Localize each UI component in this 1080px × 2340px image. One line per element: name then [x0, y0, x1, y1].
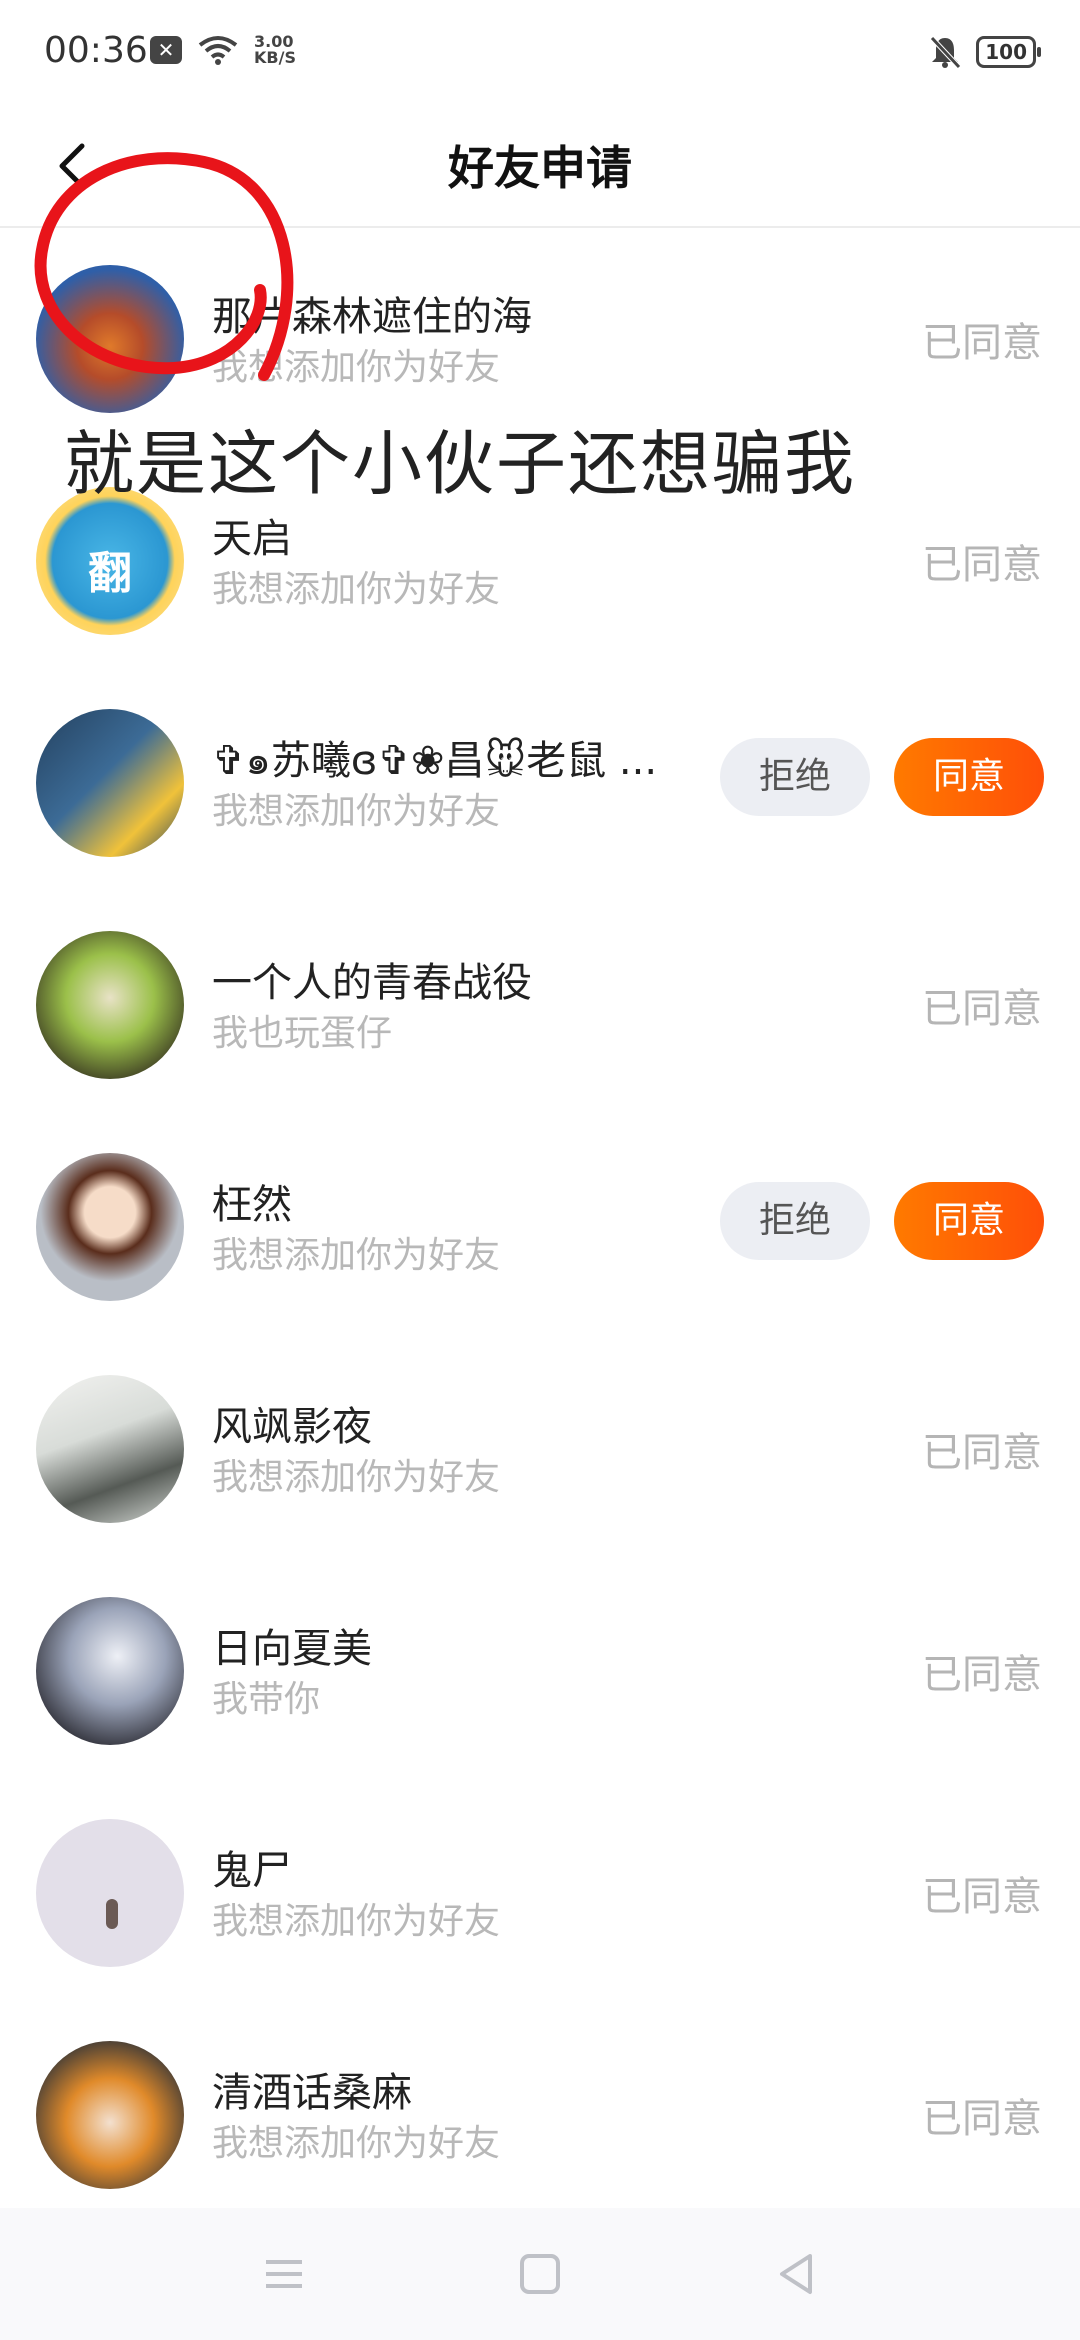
status-icons-right: 100 [928, 34, 1041, 70]
avatar[interactable] [36, 1153, 184, 1301]
accepted-status: 已同意 [922, 1430, 1042, 1476]
notification-icon: ✕ [150, 36, 182, 64]
avatar[interactable] [36, 1375, 184, 1523]
friend-request-row[interactable]: 风飒影夜 我想添加你为好友 已同意 [0, 1338, 1080, 1560]
avatar[interactable] [36, 931, 184, 1079]
request-message: 我想添加你为好友 [212, 1235, 501, 1276]
requester-name: 风飒影夜 [212, 1404, 372, 1450]
reject-button[interactable]: 拒绝 [720, 738, 870, 816]
friend-request-row[interactable]: 一个人的青春战役 我也玩蛋仔 已同意 [0, 894, 1080, 1116]
requester-name: 枉然 [212, 1182, 292, 1228]
requester-name: 鬼尸 [212, 1848, 292, 1894]
friend-request-row[interactable]: ✞๑苏曦ɞ✞❀昌🐭老鼠 ... 我想添加你为好友 拒绝 同意 [0, 672, 1080, 894]
requester-name: 天启 [212, 516, 292, 562]
battery-indicator: 100 [976, 36, 1041, 68]
friend-request-row[interactable]: 鬼尸 我想添加你为好友 已同意 [0, 1782, 1080, 2004]
accept-button[interactable]: 同意 [894, 738, 1044, 816]
back-nav-icon[interactable] [768, 2246, 824, 2302]
accepted-status: 已同意 [922, 2096, 1042, 2142]
annotation-circle [34, 152, 294, 381]
bell-muted-icon [930, 36, 962, 69]
avatar[interactable]: 翻 [36, 487, 184, 635]
accepted-status: 已同意 [922, 542, 1042, 588]
accepted-status: 已同意 [922, 320, 1042, 366]
avatar[interactable] [36, 1819, 184, 1967]
request-message: 我想添加你为好友 [212, 1457, 501, 1498]
menu-icon[interactable] [256, 2246, 312, 2302]
request-message: 我想添加你为好友 [212, 2123, 501, 2164]
requester-name: 一个人的青春战役 [212, 960, 532, 1006]
accepted-status: 已同意 [922, 986, 1042, 1032]
requester-name: 清酒话桑麻 [212, 2070, 412, 2116]
wifi-icon [198, 36, 238, 65]
request-message: 我想添加你为好友 [212, 1901, 501, 1942]
system-navigation-bar [0, 2208, 1080, 2340]
avatar[interactable] [36, 2041, 184, 2189]
friend-request-row[interactable]: 日向夏美 我带你 已同意 [0, 1560, 1080, 1782]
friend-request-row[interactable]: 清酒话桑麻 我想添加你为好友 已同意 [0, 2004, 1080, 2226]
friend-request-row[interactable]: 枉然 我想添加你为好友 拒绝 同意 [0, 1116, 1080, 1338]
network-speed: 3.00 KB/S [254, 32, 296, 67]
status-icons-left: ✕ 3.00 KB/S [150, 34, 296, 66]
friend-request-list: 那片森林遮住的海 我想添加你为好友 已同意 翻 天启 我想添加你为好友 已同意 … [0, 228, 1080, 2226]
status-time: 00:36 [44, 30, 148, 71]
accept-button[interactable]: 同意 [894, 1182, 1044, 1260]
status-bar: 00:36 ✕ 3.00 KB/S 100 [0, 0, 1080, 110]
reject-button[interactable]: 拒绝 [720, 1182, 870, 1260]
request-message: 我想添加你为好友 [212, 791, 501, 832]
requester-name: 日向夏美 [212, 1626, 372, 1672]
request-message: 我也玩蛋仔 [212, 1013, 393, 1054]
accepted-status: 已同意 [922, 1652, 1042, 1698]
annotation-text: 就是这个小伙子还想骗我 [64, 423, 856, 505]
avatar[interactable] [36, 709, 184, 857]
avatar[interactable] [36, 1597, 184, 1745]
request-message: 我想添加你为好友 [212, 569, 501, 610]
request-message: 我带你 [212, 1679, 321, 1720]
home-icon[interactable] [512, 2246, 568, 2302]
accepted-status: 已同意 [922, 1874, 1042, 1920]
